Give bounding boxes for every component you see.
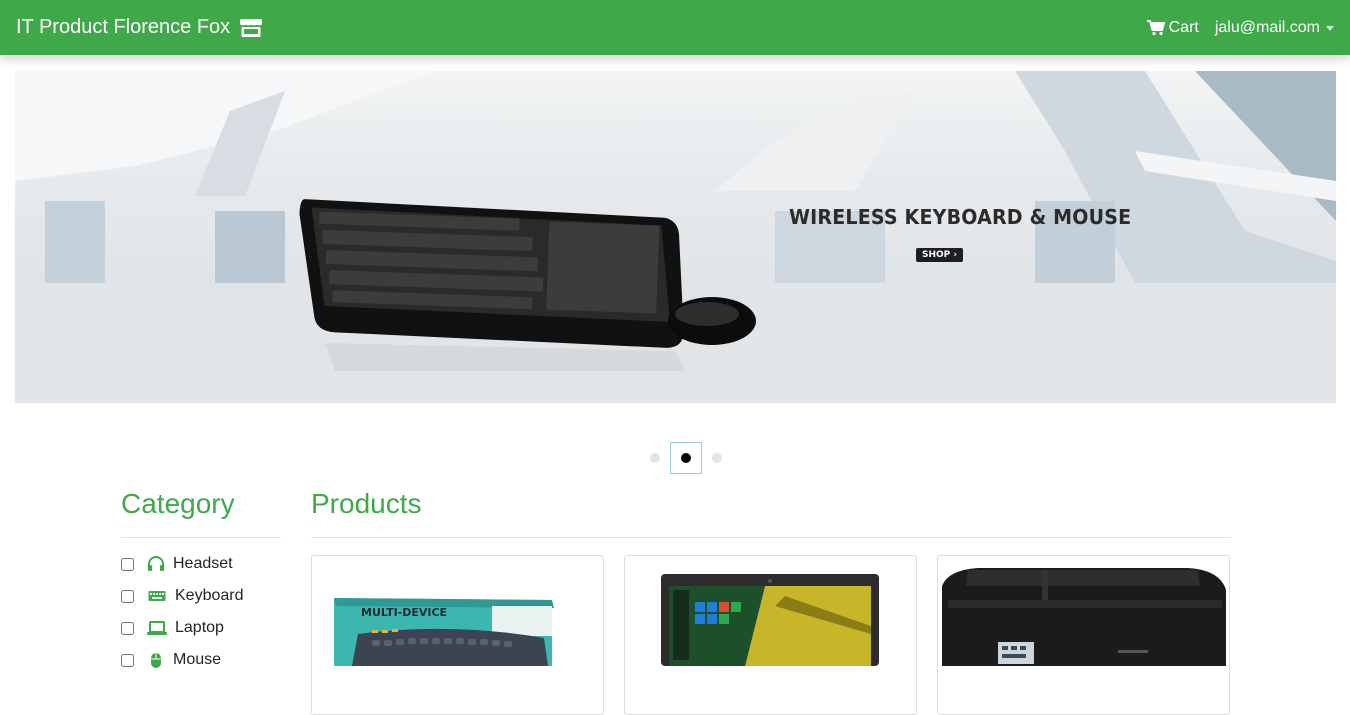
shop-button[interactable]: SHOP › <box>916 248 964 262</box>
mouse-icon <box>151 653 161 668</box>
mouse-checkbox[interactable] <box>121 653 134 667</box>
brand-link[interactable]: IT Product Florence Fox <box>16 16 263 39</box>
banner-scene-image <box>15 71 1336 371</box>
cart-icon <box>1146 19 1165 35</box>
chevron-down-icon <box>1326 26 1334 31</box>
keyboard-product-image <box>334 598 554 666</box>
printer-product-image <box>942 568 1226 666</box>
category-list: Headset Keyboard Laptop Mouse <box>121 548 281 676</box>
category-label: Headset <box>173 555 233 572</box>
user-email: jalu@mail.com <box>1214 18 1320 36</box>
carousel-indicator-2[interactable] <box>670 442 702 474</box>
product-card-1[interactable]: MULTI-DEVICE <box>311 555 604 715</box>
brand-name: IT Product Florence Fox <box>16 16 231 38</box>
banner-heading: WIRELESS KEYBOARD & MOUSE <box>789 205 1132 229</box>
carousel-indicator-3[interactable] <box>712 453 722 463</box>
headset-checkbox[interactable] <box>121 557 134 571</box>
laptop-checkbox[interactable] <box>121 621 134 635</box>
keyboard-icon <box>148 591 166 601</box>
product-card-3[interactable] <box>937 555 1230 715</box>
products-title: Products <box>311 488 1231 538</box>
product-grid: MULTI-DEVICE <box>311 555 1230 715</box>
laptop-product-image <box>661 574 879 666</box>
category-sidebar: Category Headset Keyboard Laptop Mouse <box>121 488 281 676</box>
category-item-mouse[interactable]: Mouse <box>121 644 281 676</box>
category-title: Category <box>121 488 281 538</box>
user-dropdown[interactable]: jalu@mail.com <box>1215 19 1334 37</box>
shop-button-label: SHOP <box>922 250 951 260</box>
carousel-indicators <box>640 442 732 474</box>
cart-link[interactable]: Cart <box>1146 18 1199 37</box>
category-item-headset[interactable]: Headset <box>121 548 281 580</box>
cart-label: Cart <box>1168 18 1199 36</box>
active-dot <box>681 453 691 463</box>
hero-carousel[interactable]: WIRELESS KEYBOARD & MOUSE SHOP › <box>15 71 1336 403</box>
keyboard-checkbox[interactable] <box>121 589 134 603</box>
nav-right: Cart jalu@mail.com <box>1131 19 1334 37</box>
product-box-text: MULTI-DEVICE <box>361 606 448 619</box>
product-card-2[interactable] <box>624 555 917 715</box>
category-item-keyboard[interactable]: Keyboard <box>121 580 281 612</box>
category-label: Keyboard <box>175 587 244 604</box>
category-label: Mouse <box>173 651 222 668</box>
carousel-indicator-1[interactable] <box>650 453 660 463</box>
category-label: Laptop <box>175 619 224 636</box>
products-section: Products MULTI-DEVICE <box>311 488 1231 715</box>
headset-icon <box>148 556 164 571</box>
store-icon <box>240 18 263 37</box>
category-item-laptop[interactable]: Laptop <box>121 612 281 644</box>
top-navbar: IT Product Florence Fox Cart jalu@mail.c… <box>0 0 1350 55</box>
laptop-icon <box>147 621 167 635</box>
